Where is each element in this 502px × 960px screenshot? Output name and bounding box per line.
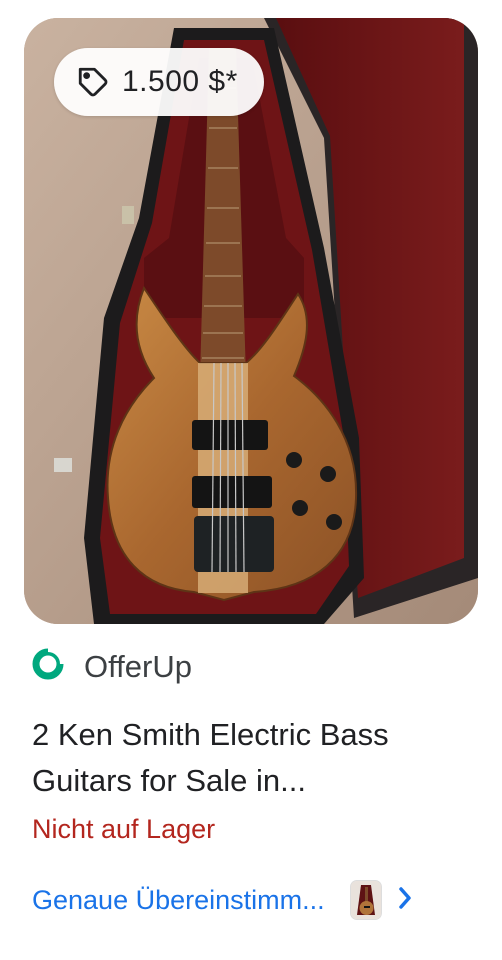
exact-match-link[interactable]: Genaue Übereinstimm...	[32, 885, 325, 916]
offerup-logo-icon	[30, 646, 66, 687]
shopping-result-card[interactable]: 1.500 $* OfferUp 2 Ken Smith Electric Ba…	[0, 0, 502, 960]
chevron-right-icon[interactable]	[395, 884, 415, 917]
price-label: 1.500 $*	[122, 65, 238, 98]
tag-icon	[76, 65, 110, 99]
exact-match-row[interactable]: Genaue Übereinstimm...	[32, 878, 472, 922]
merchant-source[interactable]: OfferUp	[30, 646, 192, 687]
product-image[interactable]: 1.500 $*	[24, 18, 478, 624]
stock-status: Nicht auf Lager	[32, 814, 216, 844]
merchant-name: OfferUp	[84, 648, 192, 684]
product-title[interactable]: 2 Ken Smith Electric Bass Guitars for Sa…	[32, 712, 472, 804]
bass-guitar-thumbnail	[350, 881, 381, 919]
price-chip: 1.500 $*	[54, 48, 264, 116]
